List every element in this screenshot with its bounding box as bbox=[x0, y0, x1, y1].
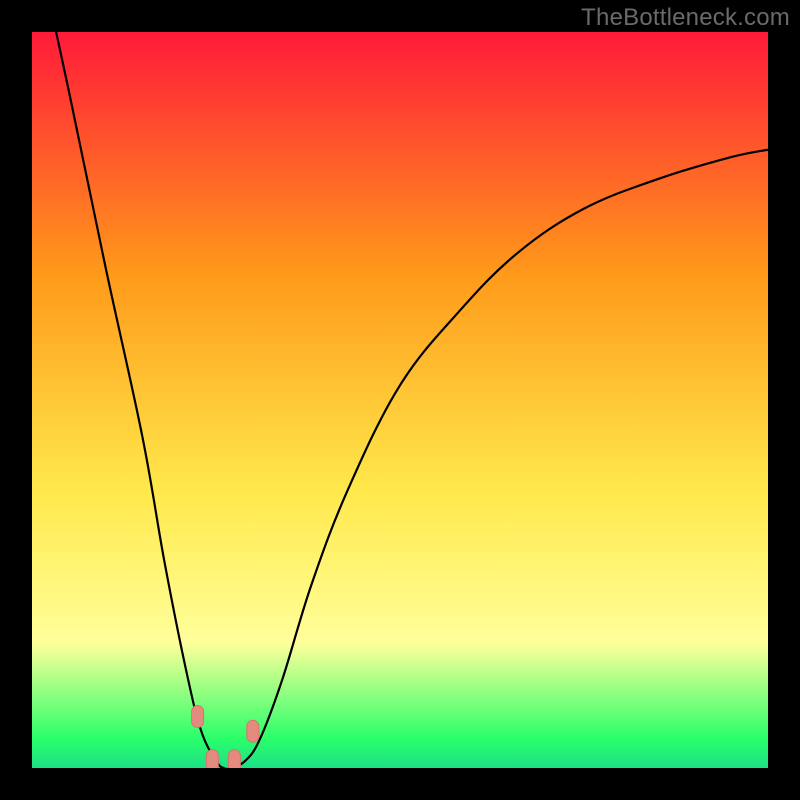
curve-marker bbox=[228, 750, 240, 768]
watermark-text: TheBottleneck.com bbox=[581, 4, 790, 32]
plot-area bbox=[32, 32, 768, 768]
curve-marker bbox=[206, 750, 218, 768]
curve-marker bbox=[192, 705, 204, 727]
curve-marker bbox=[247, 720, 259, 742]
bottleneck-curve bbox=[32, 32, 768, 768]
